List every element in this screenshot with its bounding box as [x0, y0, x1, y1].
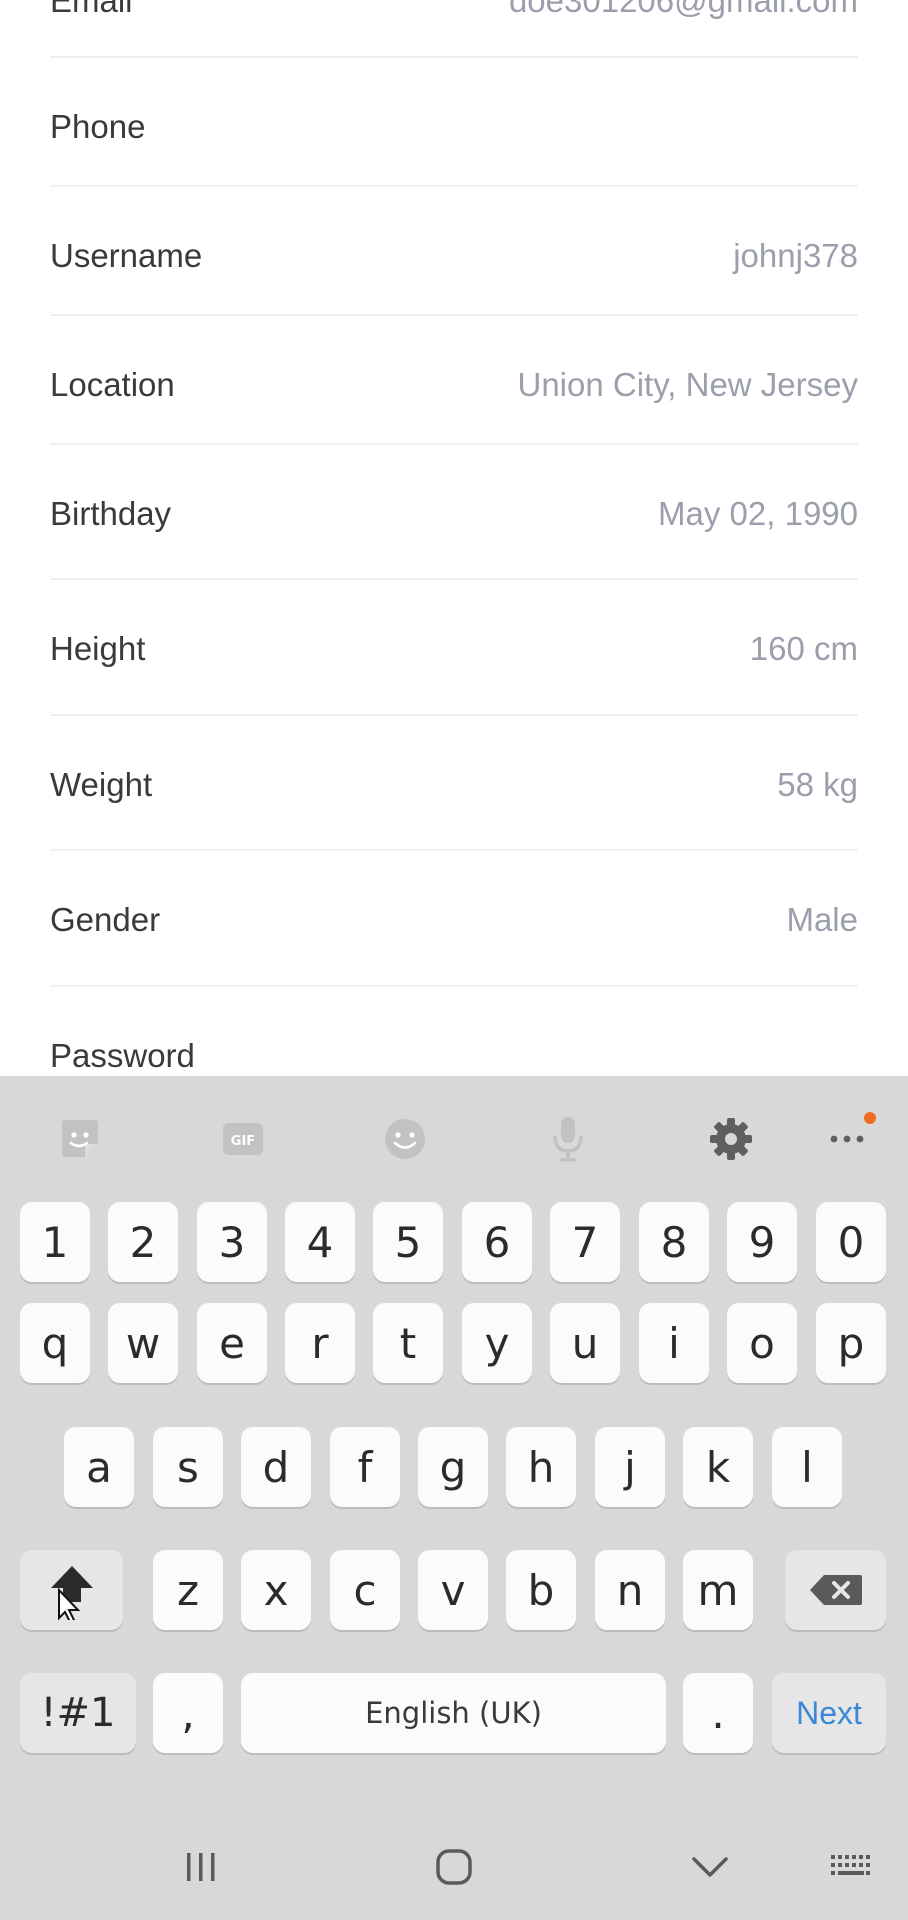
location-row[interactable]: Location Union City, New Jersey	[50, 320, 858, 449]
email-value: doe301206@gmail.com	[508, 0, 858, 19]
key-q[interactable]: q	[20, 1303, 90, 1383]
divider	[50, 849, 858, 851]
key-s[interactable]: s	[153, 1427, 223, 1507]
password-row[interactable]: Password	[50, 991, 858, 1076]
backspace-key[interactable]	[785, 1550, 886, 1630]
key-8[interactable]: 8	[639, 1202, 709, 1282]
email-label: Email	[50, 0, 133, 19]
key-7[interactable]: 7	[550, 1202, 620, 1282]
gender-value: Male	[786, 900, 858, 938]
phone-row[interactable]: Phone	[50, 62, 858, 191]
height-label: Height	[50, 629, 146, 667]
birthday-value: May 02, 1990	[658, 494, 858, 532]
home-icon[interactable]	[429, 1842, 479, 1892]
location-value: Union City, New Jersey	[517, 365, 859, 403]
weight-value: 58 kg	[777, 765, 858, 803]
location-label: Location	[50, 365, 175, 403]
phone-label: Phone	[50, 107, 146, 145]
settings-gear-icon[interactable]	[706, 1114, 756, 1164]
key-z[interactable]: z	[153, 1550, 223, 1630]
keyboard-toolbar: GIF	[0, 1076, 908, 1196]
gender-row[interactable]: Gender Male	[50, 855, 858, 984]
backspace-icon	[809, 1575, 862, 1605]
key-x[interactable]: x	[241, 1550, 311, 1630]
sticker-icon[interactable]	[55, 1114, 105, 1164]
password-label: Password	[50, 1036, 195, 1074]
username-row[interactable]: Username johnj378	[50, 191, 858, 320]
key-v[interactable]: v	[418, 1550, 488, 1630]
key-b[interactable]: b	[506, 1550, 576, 1630]
username-value: johnj378	[733, 236, 858, 274]
divider	[50, 443, 858, 445]
key-h[interactable]: h	[506, 1427, 576, 1507]
keyboard-switch-icon[interactable]	[826, 1842, 876, 1892]
key-2[interactable]: 2	[108, 1202, 178, 1282]
shift-key[interactable]	[20, 1550, 123, 1630]
divider	[50, 314, 858, 316]
key-a[interactable]: a	[64, 1427, 134, 1507]
key-u[interactable]: u	[550, 1303, 620, 1383]
key-4[interactable]: 4	[285, 1202, 355, 1282]
key-e[interactable]: e	[197, 1303, 267, 1383]
divider	[50, 56, 858, 58]
divider	[50, 578, 858, 580]
symbols-key[interactable]: !#1	[20, 1673, 136, 1753]
recent-apps-icon[interactable]	[176, 1842, 226, 1892]
key-c[interactable]: c	[330, 1550, 400, 1630]
divider	[50, 714, 858, 716]
key-n[interactable]: n	[595, 1550, 665, 1630]
key-t[interactable]: t	[373, 1303, 443, 1383]
key-l[interactable]: l	[772, 1427, 842, 1507]
key-f[interactable]: f	[330, 1427, 400, 1507]
period-key[interactable]: .	[683, 1673, 753, 1753]
hide-keyboard-icon[interactable]	[685, 1842, 735, 1892]
system-navigation-bar	[0, 1814, 908, 1920]
birthday-row[interactable]: Birthday May 02, 1990	[50, 449, 858, 578]
key-k[interactable]: k	[683, 1427, 753, 1507]
key-0[interactable]: 0	[816, 1202, 886, 1282]
height-row[interactable]: Height 160 cm	[50, 584, 858, 713]
comma-key[interactable]: ,	[153, 1673, 223, 1753]
key-d[interactable]: d	[241, 1427, 311, 1507]
key-m[interactable]: m	[683, 1550, 753, 1630]
on-screen-keyboard: GIF 1 2 3 4 5 6 7 8 9 0 q w e r t y u i …	[0, 1076, 908, 1814]
key-g[interactable]: g	[418, 1427, 488, 1507]
microphone-icon[interactable]	[543, 1114, 593, 1164]
key-w[interactable]: w	[108, 1303, 178, 1383]
key-6[interactable]: 6	[462, 1202, 532, 1282]
key-i[interactable]: i	[639, 1303, 709, 1383]
gender-label: Gender	[50, 900, 161, 938]
key-p[interactable]: p	[816, 1303, 886, 1383]
key-r[interactable]: r	[285, 1303, 355, 1383]
key-j[interactable]: j	[595, 1427, 665, 1507]
emoji-icon[interactable]	[380, 1114, 430, 1164]
divider	[50, 985, 858, 987]
height-value: 160 cm	[749, 629, 858, 667]
key-1[interactable]: 1	[20, 1202, 90, 1282]
next-key[interactable]: Next	[772, 1673, 886, 1753]
key-y[interactable]: y	[462, 1303, 532, 1383]
birthday-label: Birthday	[50, 494, 172, 532]
shift-arrow-icon	[50, 1566, 93, 1620]
key-o[interactable]: o	[727, 1303, 797, 1383]
gif-label: GIF	[231, 1134, 255, 1149]
key-5[interactable]: 5	[373, 1202, 443, 1282]
space-bar[interactable]: English (UK)	[241, 1673, 666, 1753]
weight-label: Weight	[50, 765, 153, 803]
key-3[interactable]: 3	[197, 1202, 267, 1282]
username-label: Username	[50, 236, 203, 274]
weight-row[interactable]: Weight 58 kg	[50, 720, 858, 849]
notification-dot	[864, 1112, 876, 1124]
gif-icon[interactable]: GIF	[218, 1114, 268, 1164]
profile-form: Email doe301206@gmail.com Phone Username…	[0, 0, 908, 1076]
divider	[50, 185, 858, 187]
key-9[interactable]: 9	[727, 1202, 797, 1282]
